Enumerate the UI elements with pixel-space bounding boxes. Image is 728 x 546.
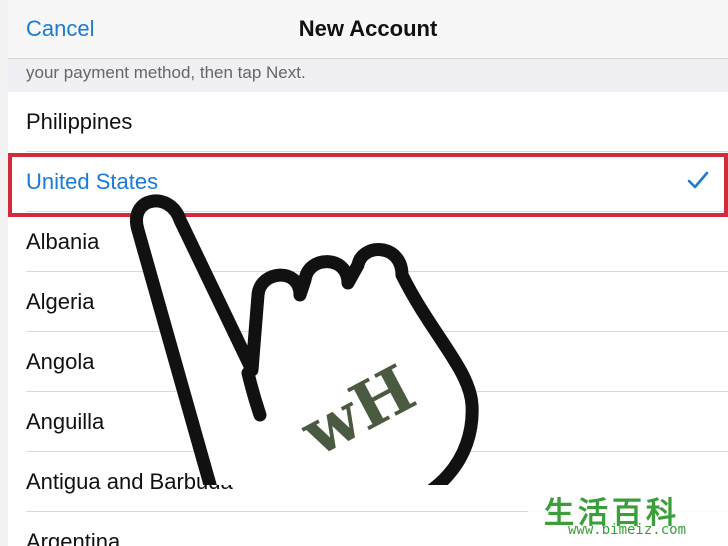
country-item-angola[interactable]: Angola	[8, 332, 728, 392]
country-label: Anguilla	[26, 409, 105, 434]
country-item-philippines[interactable]: Philippines	[8, 92, 728, 152]
page-title: New Account	[298, 16, 438, 41]
country-item-algeria[interactable]: Algeria	[8, 272, 728, 332]
app-screen: a Cancel New Account your payment method…	[0, 0, 728, 546]
instruction-text: your payment method, then tap Next.	[26, 63, 306, 82]
country-label: Argentina	[26, 529, 121, 546]
background-view: a	[0, 0, 8, 546]
watermark: 生活百科 www.bimeiz.com	[528, 486, 728, 546]
country-label: Antigua and Barbuda	[26, 469, 233, 494]
country-label: Albania	[26, 229, 100, 254]
watermark-url: www.bimeiz.com	[568, 522, 687, 538]
country-item-anguilla[interactable]: Anguilla	[8, 392, 728, 452]
country-label: Angola	[26, 349, 95, 374]
country-item-united-states[interactable]: United States	[8, 152, 728, 212]
navigation-bar: Cancel New Account	[8, 0, 728, 59]
country-label: Algeria	[26, 289, 95, 314]
country-label: Philippines	[26, 109, 133, 134]
instruction-banner: your payment method, then tap Next.	[8, 59, 728, 93]
country-label: United States	[26, 169, 159, 194]
country-list: Philippines United States Albania Algeri…	[8, 92, 728, 546]
country-item-albania[interactable]: Albania	[8, 212, 728, 272]
checkmark-icon	[687, 171, 709, 189]
